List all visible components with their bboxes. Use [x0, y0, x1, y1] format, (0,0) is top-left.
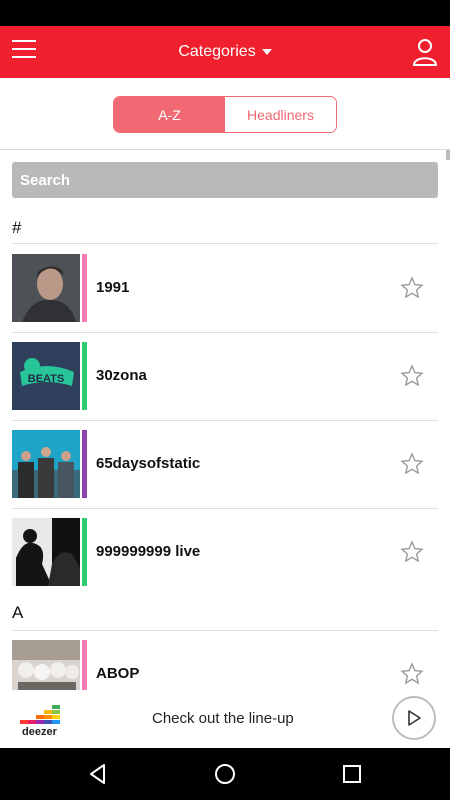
artist-photo: BEATS [12, 342, 80, 410]
accent-bar [82, 430, 87, 498]
section-header-hash: # [12, 218, 22, 237]
accent-bar [82, 342, 87, 410]
recents-icon[interactable] [340, 762, 364, 786]
artist-row-999999999-live[interactable]: 999999999 live [12, 518, 438, 586]
star-icon[interactable] [400, 452, 424, 476]
artist-name: 999999999 live [96, 543, 201, 560]
scrollbar[interactable] [446, 150, 450, 160]
row-separator [12, 508, 438, 509]
divider [0, 149, 450, 150]
deezer-banner[interactable]: deezer Check out the line-up [0, 690, 450, 748]
back-icon[interactable] [86, 762, 110, 786]
artist-name: 65daysofstatic [96, 455, 201, 472]
app-bar-title: Categories [178, 43, 256, 60]
tab-headliners[interactable]: Headliners [225, 97, 336, 132]
view-toggle: A-Z Headliners [113, 96, 337, 133]
home-icon[interactable] [213, 762, 237, 786]
status-bar [0, 0, 450, 26]
artist-row-1991[interactable]: 1991 [12, 254, 438, 322]
svg-text:BEATS: BEATS [28, 373, 64, 385]
deezer-wordmark: deezer [22, 726, 57, 738]
app-bar: Categories [0, 26, 450, 78]
artist-photo [12, 430, 80, 498]
star-icon[interactable] [400, 364, 424, 388]
categories-dropdown[interactable]: Categories [178, 43, 272, 61]
caret-down-icon [261, 49, 272, 55]
star-icon[interactable] [400, 540, 424, 564]
star-icon[interactable] [400, 276, 424, 300]
artist-name: 1991 [96, 279, 130, 296]
row-separator [12, 630, 438, 631]
row-separator [12, 243, 438, 244]
row-separator [12, 420, 438, 421]
artist-photo [12, 254, 80, 322]
artist-name: 30zona [96, 367, 147, 384]
hamburger-icon[interactable] [12, 40, 36, 64]
banner-text: Check out the line-up [152, 710, 294, 727]
artist-photo [12, 518, 80, 586]
system-nav-bar [0, 748, 450, 800]
section-header-a: A [12, 603, 24, 622]
search-input[interactable]: Search [12, 162, 438, 198]
artist-name: ABOP [96, 665, 140, 682]
search-placeholder: Search [20, 171, 71, 189]
tab-a-z[interactable]: A-Z [114, 97, 225, 132]
artist-row-30zona[interactable]: BEATS 30zona [12, 342, 438, 410]
artist-row-65daysofstatic[interactable]: 65daysofstatic [12, 430, 438, 498]
play-button[interactable] [392, 696, 436, 740]
person-icon[interactable] [412, 38, 438, 66]
row-separator [12, 332, 438, 333]
play-icon [408, 710, 421, 726]
accent-bar [82, 254, 87, 322]
accent-bar [82, 518, 87, 586]
star-icon[interactable] [400, 662, 424, 686]
